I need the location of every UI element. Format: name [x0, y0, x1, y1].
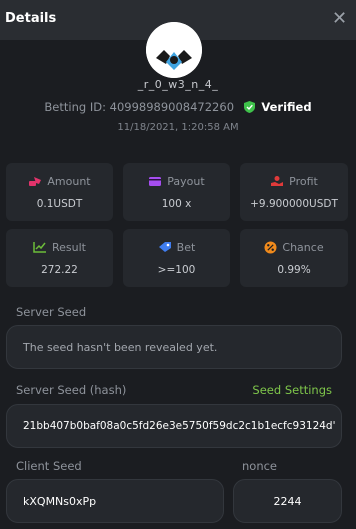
chance-icon [264, 241, 277, 253]
stat-value: 272.22 [41, 263, 78, 276]
betting-id-row: Betting ID: 40998989008472260 Verified [0, 100, 356, 114]
server-seed-hash-label: Server Seed (hash) [16, 383, 127, 397]
username: _r_0_w3_n_4_ [137, 78, 219, 91]
stat-value: 0.99% [277, 263, 311, 276]
stat-label: Result [52, 240, 86, 254]
server-seed-hash-value: 21bb407b0baf08a0c5fd26e3e5750f59dc2c1b1e… [23, 420, 336, 432]
stat-bet: Bet >=100 [123, 229, 230, 287]
stat-profit: Profit +9.900000USDT [240, 163, 348, 221]
nonce-value: 2244 [273, 494, 302, 508]
verified-badge: Verified [261, 100, 312, 114]
result-chart-icon [33, 242, 46, 253]
stat-chance: Chance 0.99% [240, 229, 348, 287]
betting-id-label: Betting ID: [44, 100, 106, 114]
server-seed-field: The seed hasn't been revealed yet. [6, 325, 342, 369]
betting-id: 40998989008472260 [109, 100, 235, 114]
bet-icon [158, 242, 171, 252]
server-seed-label: Server Seed [16, 305, 87, 319]
server-seed-hash-field[interactable]: 21bb407b0baf08a0c5fd26e3e5750f59dc2c1b1e… [6, 404, 342, 448]
stat-label: Chance [282, 240, 324, 254]
close-icon: ✕ [332, 8, 348, 29]
page-title: Details [5, 11, 57, 26]
stat-value: >=100 [157, 263, 196, 276]
client-seed-value: kXQMNs0xPp [23, 494, 97, 508]
stat-label: Amount [47, 174, 91, 188]
stat-label: Profit [289, 174, 318, 188]
stat-value: 100 x [161, 197, 192, 210]
server-seed-value: The seed hasn't been revealed yet. [23, 340, 218, 354]
client-seed-label: Client Seed [16, 459, 82, 473]
bet-timestamp: 11/18/2021, 1:20:58 AM [117, 122, 239, 133]
amount-icon [29, 177, 42, 186]
nonce-label: nonce [242, 459, 278, 473]
close-button[interactable]: ✕ [332, 8, 348, 29]
stat-value: +9.900000USDT [250, 197, 338, 210]
nonce-field[interactable]: 2244 [233, 479, 342, 523]
stat-label: Payout [167, 174, 205, 188]
stat-result: Result 272.22 [6, 229, 113, 287]
shield-check-icon [243, 101, 255, 113]
stat-label: Bet [176, 240, 196, 254]
stat-value: 0.1USDT [36, 197, 83, 210]
avatar [146, 22, 202, 78]
stats-grid: Amount 0.1USDT Payout 100 x Profit +9.90… [6, 163, 348, 287]
stat-payout: Payout 100 x [123, 163, 230, 221]
payout-wallet-icon [149, 177, 162, 186]
profit-icon [271, 176, 284, 186]
stat-amount: Amount 0.1USDT [6, 163, 113, 221]
seed-settings-link[interactable]: Seed Settings [252, 383, 332, 397]
client-seed-field[interactable]: kXQMNs0xPp [6, 479, 224, 523]
